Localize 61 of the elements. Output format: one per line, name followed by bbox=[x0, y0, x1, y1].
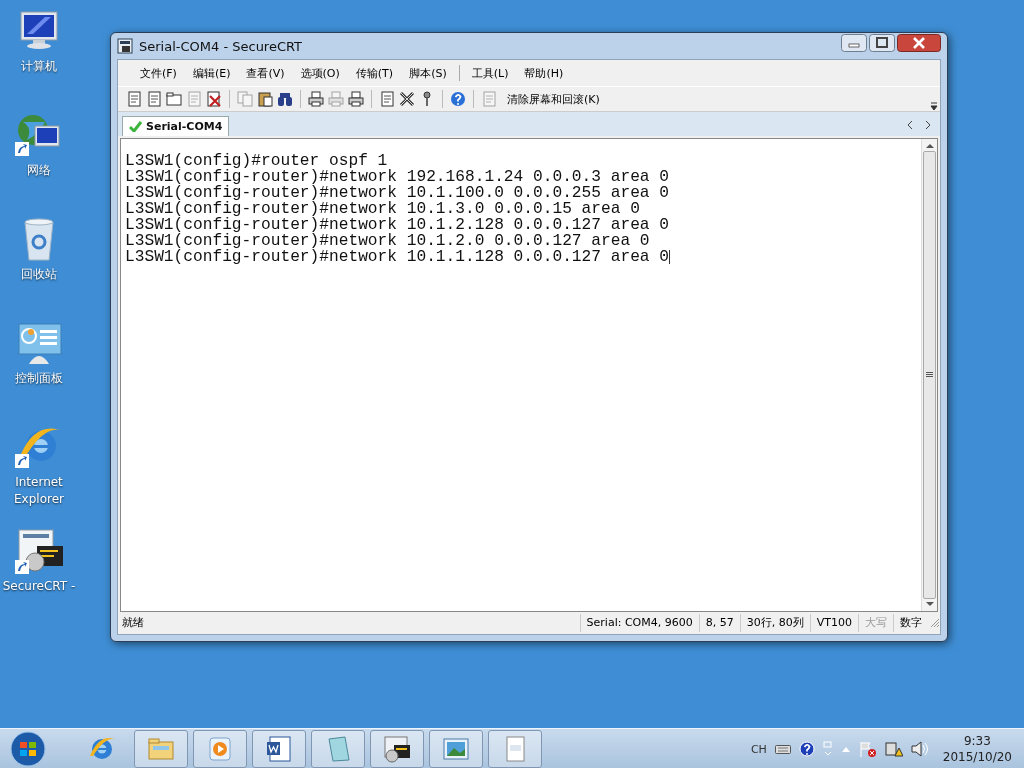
menu-item[interactable]: 传输(T) bbox=[347, 65, 402, 81]
speaker-icon[interactable] bbox=[910, 741, 929, 757]
status-text: 8, 57 bbox=[698, 614, 740, 632]
menu-item[interactable]: 文件(F) bbox=[132, 65, 185, 81]
overflow-icon[interactable] bbox=[930, 101, 938, 111]
menu-item[interactable]: 编辑(E) bbox=[184, 65, 239, 81]
scroll-down-icon[interactable] bbox=[925, 601, 934, 607]
taskbar-button[interactable] bbox=[370, 730, 424, 768]
document-icon[interactable] bbox=[126, 91, 142, 107]
status-text: 就绪 bbox=[121, 615, 145, 631]
status-text: Serial: COM4, 9600 bbox=[579, 614, 699, 632]
folder-icon[interactable] bbox=[166, 91, 182, 107]
menu-item[interactable]: 工具(L) bbox=[463, 65, 517, 81]
menu-item[interactable]: 选项(O) bbox=[292, 65, 348, 81]
scrollbar-thumb[interactable] bbox=[923, 151, 936, 599]
session-tab[interactable]: Serial-COM4 bbox=[122, 116, 230, 136]
menu-item[interactable]: 查看(V) bbox=[238, 65, 293, 81]
language-indicator[interactable]: CH bbox=[750, 742, 767, 756]
window-title: Serial-COM4 - SecureCRT bbox=[139, 38, 304, 54]
document-w-icon bbox=[264, 734, 294, 764]
status-text: 数字 bbox=[893, 614, 928, 632]
terminal-line: L3SW1(config)#router ospf 1 bbox=[125, 153, 388, 169]
terminal-line: L3SW1(config-router)#network 10.1.2.0 0.0.0.127 area 0 bbox=[125, 233, 651, 249]
help-icon[interactable] bbox=[450, 91, 466, 107]
clock[interactable]: 9:33 2015/10/20 bbox=[942, 733, 1012, 765]
taskbar-button[interactable] bbox=[252, 730, 306, 768]
terminal-line: L3SW1(config-router)#network 10.1.3.0 0.0.0.15 area 0 bbox=[125, 201, 641, 217]
menu-item[interactable]: 帮助(H) bbox=[516, 65, 572, 81]
start-button[interactable] bbox=[8, 730, 48, 768]
grip-icon bbox=[926, 372, 933, 378]
status-text: 30行, 80列 bbox=[739, 614, 810, 632]
status-text: VT100 bbox=[809, 614, 858, 632]
close-icon[interactable] bbox=[897, 34, 941, 52]
terminal-line: L3SW1(config-router)#network 10.1.100.0 0.0.0.255 area 0 bbox=[125, 185, 670, 201]
network-warning-icon[interactable] bbox=[884, 741, 903, 757]
minimize-icon[interactable] bbox=[841, 34, 867, 52]
status-text: 大写 bbox=[858, 614, 893, 632]
terminal-lock-icon[interactable] bbox=[15, 528, 63, 574]
clipboard-icon[interactable] bbox=[257, 91, 273, 107]
globe-monitor-icon[interactable] bbox=[15, 112, 63, 158]
terminal-line: L3SW1(config-router)#network 10.1.2.128 0.0.0.127 area 0 bbox=[125, 217, 670, 233]
terminal-line: L3SW1(config-router)#network 10.1.1.128 0.0.0.127 area 0 bbox=[125, 249, 671, 265]
maximize-icon[interactable] bbox=[869, 34, 895, 52]
flag-x-icon[interactable] bbox=[858, 741, 877, 757]
terminal-line: L3SW1(config-router)#network 192.168.1.24 0.0.0.3 area 0 bbox=[125, 169, 670, 185]
menu-item[interactable]: 脚本(S) bbox=[401, 65, 455, 81]
document-icon[interactable] bbox=[146, 91, 162, 107]
text-cursor bbox=[669, 249, 670, 264]
clear-screen-button[interactable]: 清除屏幕和回滚(K) bbox=[507, 91, 600, 107]
terminal-lock-icon bbox=[382, 734, 412, 764]
printer-icon[interactable] bbox=[348, 91, 364, 107]
x-mark-icon[interactable] bbox=[206, 91, 222, 107]
keyboard-icon[interactable] bbox=[774, 743, 791, 755]
binoculars-icon[interactable] bbox=[277, 91, 293, 107]
printer-icon[interactable] bbox=[308, 91, 324, 107]
help-icon[interactable] bbox=[798, 741, 815, 757]
control-panel-icon[interactable] bbox=[15, 320, 63, 366]
vertical-scrollbar[interactable] bbox=[921, 139, 937, 611]
resize-grip-icon[interactable] bbox=[930, 618, 940, 628]
scroll-up-icon[interactable] bbox=[925, 143, 934, 149]
app-icon bbox=[117, 38, 133, 54]
